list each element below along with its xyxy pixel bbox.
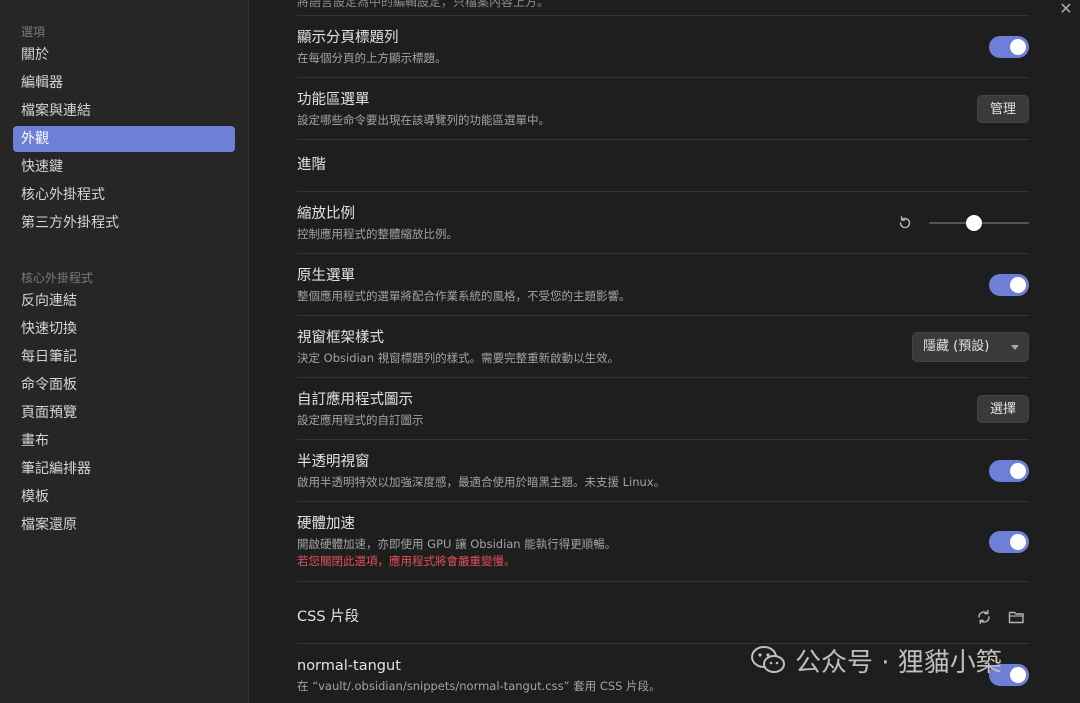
sidebar-item-option-1[interactable]: 編輯器 bbox=[13, 70, 235, 96]
sidebar-item-core-plugin-5[interactable]: 畫布 bbox=[13, 428, 235, 454]
zoom-slider[interactable] bbox=[929, 214, 1029, 231]
sidebar-item-option-3[interactable]: 外觀 bbox=[13, 126, 235, 152]
setting-hardware-acceleration: 硬體加速 開啟硬體加速，亦即使用 GPU 讓 Obsidian 能執行得更順暢。… bbox=[297, 502, 1029, 582]
setting-name: 顯示分頁標題列 bbox=[297, 30, 399, 46]
sidebar-core-plugins-list: 反向連結 快速切換 每日筆記 命令面板 頁面預覽 畫布 筆記編排器 模板 檔案還原 bbox=[0, 288, 248, 538]
sidebar-item-option-6[interactable]: 第三方外掛程式 bbox=[13, 210, 235, 236]
sidebar-item-core-plugin-3[interactable]: 命令面板 bbox=[13, 372, 235, 398]
setting-name: 硬體加速 bbox=[297, 516, 355, 532]
setting-warning: 若您關閉此選項，應用程式將會嚴重變慢。 bbox=[297, 554, 516, 568]
sidebar-item-core-plugin-4[interactable]: 頁面預覽 bbox=[13, 400, 235, 426]
sidebar-section-title-options: 選項 bbox=[21, 25, 46, 39]
heading-text: CSS 片段 bbox=[297, 609, 360, 625]
setting-zoom: 縮放比例 控制應用程式的整體縮放比例。 bbox=[297, 192, 1029, 254]
setting-desc: 設定應用程式的自訂圖示 bbox=[297, 413, 424, 427]
translucent-toggle[interactable] bbox=[989, 459, 1029, 482]
sidebar-item-core-plugin-1[interactable]: 快速切換 bbox=[13, 316, 235, 342]
setting-name: 功能區選單 bbox=[297, 92, 370, 108]
sidebar-item-option-4[interactable]: 快速鍵 bbox=[13, 154, 235, 180]
sidebar-item-core-plugin-2[interactable]: 每日筆記 bbox=[13, 344, 235, 370]
setting-desc: 啟用半透明特效以加強深度感，最適合使用於暗黑主題。未支援 Linux。 bbox=[297, 475, 666, 489]
reload-icon[interactable] bbox=[976, 609, 992, 625]
truncated-description: 將語言設定為中的編輯設定，只檔案內容上方。 bbox=[297, 0, 1029, 16]
chevron-down-icon bbox=[1011, 344, 1019, 350]
reset-icon[interactable] bbox=[897, 215, 913, 231]
setting-custom-icon: 自訂應用程式圖示 設定應用程式的自訂圖示 選擇 bbox=[297, 378, 1029, 440]
frame-style-dropdown[interactable]: 隱藏 (預設) bbox=[912, 331, 1029, 362]
setting-desc: 在每個分頁的上方顯示標題。 bbox=[297, 51, 447, 65]
dropdown-value: 隱藏 (預設) bbox=[923, 338, 990, 354]
sidebar-section-title-core-plugins: 核心外掛程式 bbox=[21, 271, 94, 285]
setting-translucent-window: 半透明視窗 啟用半透明特效以加強深度感，最適合使用於暗黑主題。未支援 Linux… bbox=[297, 440, 1029, 502]
setting-desc: 設定哪些命令要出現在該導覽列的功能區選單中。 bbox=[297, 113, 550, 127]
settings-sidebar: 選項 關於 編輯器 檔案與連結 外觀 快速鍵 核心外掛程式 第三方外掛程式 核心外掛程式 反… bbox=[0, 0, 249, 703]
sidebar-item-core-plugin-6[interactable]: 筆記編排器 bbox=[13, 456, 235, 482]
zoom-slider-handle[interactable] bbox=[966, 214, 982, 231]
hardware-acceleration-toggle[interactable] bbox=[989, 530, 1029, 553]
setting-name: 半透明視窗 bbox=[297, 454, 370, 470]
setting-name: 自訂應用程式圖示 bbox=[297, 392, 413, 408]
sidebar-item-option-2[interactable]: 檔案與連結 bbox=[13, 98, 235, 124]
settings-content: ✕ 將語言設定為中的編輯設定，只檔案內容上方。 顯示分頁標題列 在每個分頁的上方… bbox=[249, 0, 1080, 703]
section-heading-advanced: 進階 bbox=[297, 140, 1029, 192]
close-icon[interactable]: ✕ bbox=[1058, 0, 1074, 18]
folder-icon[interactable] bbox=[1008, 609, 1025, 625]
heading-text: 進階 bbox=[297, 157, 326, 173]
wechat-logo-icon bbox=[751, 646, 785, 673]
tab-title-bar-toggle[interactable] bbox=[989, 35, 1029, 58]
sidebar-item-core-plugin-0[interactable]: 反向連結 bbox=[13, 288, 235, 314]
manage-button[interactable]: 管理 bbox=[976, 94, 1029, 123]
sidebar-options-list: 關於 編輯器 檔案與連結 外觀 快速鍵 核心外掛程式 第三方外掛程式 bbox=[0, 42, 248, 236]
setting-tab-title-bar: 顯示分頁標題列 在每個分頁的上方顯示標題。 bbox=[297, 16, 1029, 78]
setting-desc: 整個應用程式的選單將配合作業系統的風格，不受您的主題影響。 bbox=[297, 289, 631, 303]
setting-name: 原生選單 bbox=[297, 268, 355, 284]
watermark-text: 公众号 · 狸貓小築 bbox=[795, 647, 1002, 678]
setting-ribbon-menu: 功能區選單 設定哪些命令要出現在該導覽列的功能區選單中。 管理 bbox=[297, 78, 1029, 140]
sidebar-item-core-plugin-7[interactable]: 模板 bbox=[13, 484, 235, 510]
choose-button[interactable]: 選擇 bbox=[976, 394, 1029, 423]
setting-frame-style: 視窗框架樣式 決定 Obsidian 視窗標題列的樣式。需要完整重新啟動以生效。… bbox=[297, 316, 1029, 378]
settings-window: 選項 關於 編輯器 檔案與連結 外觀 快速鍵 核心外掛程式 第三方外掛程式 核心外掛程式 反… bbox=[0, 0, 1080, 703]
section-heading-css-snippets: CSS 片段 bbox=[297, 582, 1029, 644]
native-menu-toggle[interactable] bbox=[989, 273, 1029, 296]
sidebar-item-option-5[interactable]: 核心外掛程式 bbox=[13, 182, 235, 208]
sidebar-item-core-plugin-8[interactable]: 檔案還原 bbox=[13, 512, 235, 538]
setting-native-menu: 原生選單 整個應用程式的選單將配合作業系統的風格，不受您的主題影響。 bbox=[297, 254, 1029, 316]
watermark: 公众号 · 狸貓小築 bbox=[749, 640, 1002, 680]
sidebar-item-option-0[interactable]: 關於 bbox=[13, 42, 235, 68]
setting-desc: 開啟硬體加速，亦即使用 GPU 讓 Obsidian 能執行得更順暢。 bbox=[297, 537, 617, 551]
